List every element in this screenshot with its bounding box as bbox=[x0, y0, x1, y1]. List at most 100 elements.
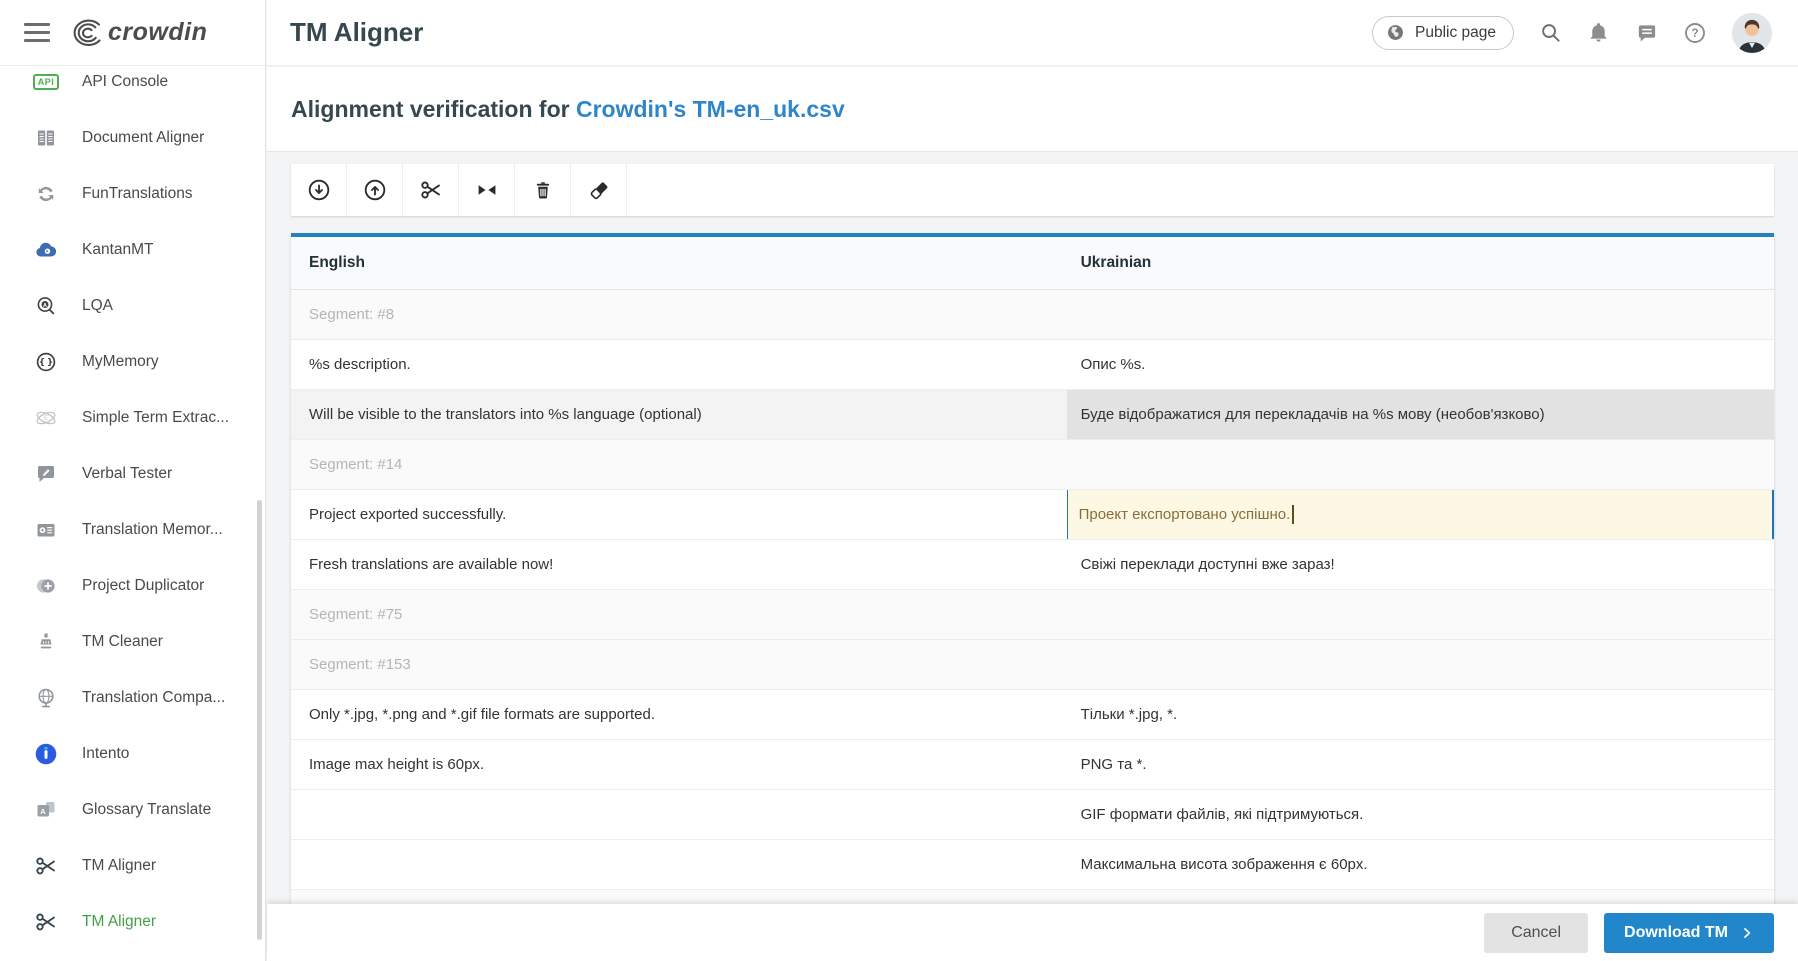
help-icon[interactable]: ? bbox=[1683, 21, 1707, 45]
cell-ukrainian[interactable]: GIF формати файлів, які підтримуються. bbox=[1067, 790, 1774, 839]
table-row-segment: Segment: #8 bbox=[291, 290, 1774, 340]
cell-ukrainian[interactable]: Тільки *.jpg, *. bbox=[1067, 690, 1774, 739]
svg-text:A: A bbox=[43, 303, 47, 309]
alignment-toolbar bbox=[291, 164, 1774, 216]
sidebar-item-label: TM Aligner bbox=[82, 913, 156, 931]
cell-english[interactable]: Image max height is 60px. bbox=[291, 740, 1067, 789]
sidebar-item-tm-cleaner[interactable]: TM Cleaner bbox=[0, 614, 265, 670]
sidebar-scrollbar[interactable] bbox=[257, 500, 262, 940]
app-title: TM Aligner bbox=[290, 17, 423, 48]
hamburger-menu-icon[interactable] bbox=[24, 23, 50, 42]
table-row: Will be visible to the translators into … bbox=[291, 390, 1774, 440]
crowdin-logo[interactable]: crowdin bbox=[68, 18, 207, 48]
cell-english[interactable]: Segment: #75 bbox=[291, 590, 1067, 639]
page-title-prefix: Alignment verification for bbox=[291, 96, 576, 122]
delete-button[interactable] bbox=[515, 164, 571, 216]
sidebar-item-label: Glossary Translate bbox=[82, 801, 211, 819]
table-row-segment: Segment: #14 bbox=[291, 440, 1774, 490]
sidebar-item-tm-aligner[interactable]: TM Aligner bbox=[0, 838, 265, 894]
download-tm-button[interactable]: Download TM bbox=[1604, 913, 1774, 953]
sidebar-item-translation-memory[interactable]: Translation Memor... bbox=[0, 502, 265, 558]
public-page-button[interactable]: Public page bbox=[1372, 16, 1514, 50]
public-page-label: Public page bbox=[1415, 24, 1496, 42]
sidebar-item-verbal-tester[interactable]: Verbal Tester bbox=[0, 446, 265, 502]
merge-button[interactable] bbox=[459, 164, 515, 216]
cell-ukrainian[interactable] bbox=[1067, 590, 1774, 639]
sidebar-item-lqa[interactable]: ALQA bbox=[0, 278, 265, 334]
tm-file-link[interactable]: Crowdin's TM-en_uk.csv bbox=[576, 96, 845, 122]
table-row: Image max height is 60px.PNG та *. bbox=[291, 740, 1774, 790]
cell-ukrainian[interactable]: Проект експортовано успішно. bbox=[1067, 490, 1774, 539]
chevron-right-icon bbox=[1740, 926, 1754, 940]
sidebar-item-tm-aligner-active[interactable]: TM Aligner bbox=[0, 894, 265, 950]
sidebar-item-label: TM Cleaner bbox=[82, 633, 163, 651]
sync-arrows-icon bbox=[32, 182, 60, 206]
cell-english[interactable]: Project exported successfully. bbox=[291, 490, 1067, 539]
svg-text:{ }: { } bbox=[39, 358, 54, 368]
page-title: Alignment verification for Crowdin's TM-… bbox=[291, 96, 845, 123]
table-row: %s description.Опис %s. bbox=[291, 340, 1774, 390]
cloud-icon bbox=[32, 238, 60, 262]
crowdin-wordmark: crowdin bbox=[108, 18, 207, 47]
cell-english[interactable]: Segment: #153 bbox=[291, 640, 1067, 689]
cell-english[interactable]: %s description. bbox=[291, 340, 1067, 389]
braces-circle-icon: { } bbox=[32, 350, 60, 374]
table-row: Project exported successfully. Проект екс… bbox=[291, 490, 1774, 540]
sidebar-item-label: Simple Term Extrac... bbox=[82, 409, 229, 427]
alignment-table: English Ukrainian Segment: #8%s descript… bbox=[291, 233, 1774, 961]
user-avatar[interactable] bbox=[1732, 13, 1772, 53]
cell-ukrainian[interactable]: Свіжі переклади доступні вже зараз! bbox=[1067, 540, 1774, 589]
erase-button[interactable] bbox=[571, 164, 627, 216]
cancel-button[interactable]: Cancel bbox=[1484, 913, 1588, 953]
move-up-button[interactable] bbox=[347, 164, 403, 216]
cell-english[interactable]: Will be visible to the translators into … bbox=[291, 390, 1067, 439]
search-icon[interactable] bbox=[1539, 21, 1562, 44]
table-row: Fresh translations are available now!Сві… bbox=[291, 540, 1774, 590]
cell-ukrainian[interactable] bbox=[1067, 440, 1774, 489]
sidebar-nav: APIAPI ConsoleDocument AlignerFunTransla… bbox=[0, 66, 265, 950]
notifications-bell-icon[interactable] bbox=[1587, 21, 1610, 44]
cell-english[interactable] bbox=[291, 840, 1067, 889]
cell-ukrainian[interactable]: Опис %s. bbox=[1067, 340, 1774, 389]
cell-english[interactable]: Fresh translations are available now! bbox=[291, 540, 1067, 589]
page-title-strip: Alignment verification for Crowdin's TM-… bbox=[267, 67, 1798, 152]
cell-ukrainian[interactable]: Буде відображатися для перекладачів на %… bbox=[1067, 390, 1774, 439]
edit-text: Проект експортовано успішно. bbox=[1079, 506, 1291, 523]
cell-english[interactable]: Segment: #14 bbox=[291, 440, 1067, 489]
sidebar-item-funtranslations[interactable]: FunTranslations bbox=[0, 166, 265, 222]
sidebar-item-intento[interactable]: Intento bbox=[0, 726, 265, 782]
text-caret bbox=[1292, 505, 1294, 524]
translation-edit-box[interactable]: Проект експортовано успішно. bbox=[1067, 490, 1774, 539]
sidebar-item-document-aligner[interactable]: Document Aligner bbox=[0, 110, 265, 166]
sidebar-item-simple-term-extractor[interactable]: ESimple Term Extrac... bbox=[0, 390, 265, 446]
sidebar-item-mymemory[interactable]: { } MyMemory bbox=[0, 334, 265, 390]
download-tm-label: Download TM bbox=[1624, 924, 1728, 942]
cell-english[interactable] bbox=[291, 790, 1067, 839]
table-row: Максимальна висота зображення є 60px. bbox=[291, 840, 1774, 890]
sidebar-item-translation-comparator[interactable]: Translation Compa... bbox=[0, 670, 265, 726]
trash-icon bbox=[532, 179, 554, 201]
cell-english[interactable]: Segment: #8 bbox=[291, 290, 1067, 339]
circle-arrow-up-icon bbox=[362, 177, 388, 203]
cell-ukrainian[interactable]: Максимальна висота зображення є 60px. bbox=[1067, 840, 1774, 889]
circle-arrow-down-icon bbox=[306, 177, 332, 203]
move-down-button[interactable] bbox=[291, 164, 347, 216]
cell-english[interactable]: Only *.jpg, *.png and *.gif file formats… bbox=[291, 690, 1067, 739]
cell-ukrainian[interactable]: PNG та *. bbox=[1067, 740, 1774, 789]
sidebar-item-label: MyMemory bbox=[82, 353, 159, 371]
duplicate-plus-icon bbox=[32, 574, 60, 598]
sidebar-item-glossary-translate[interactable]: AGlossary Translate bbox=[0, 782, 265, 838]
main-area: TM Aligner Public page bbox=[267, 0, 1798, 961]
content-area: English Ukrainian Segment: #8%s descript… bbox=[267, 152, 1798, 961]
cell-ukrainian[interactable] bbox=[1067, 290, 1774, 339]
sidebar-item-project-duplicator[interactable]: Project Duplicator bbox=[0, 558, 265, 614]
topbar-actions: Public page bbox=[1372, 13, 1772, 53]
sidebar-item-label: KantanMT bbox=[82, 241, 154, 259]
magnifier-a-icon: A bbox=[32, 294, 60, 318]
scissors-icon bbox=[32, 854, 60, 878]
split-button[interactable] bbox=[403, 164, 459, 216]
sidebar-item-label: Translation Memor... bbox=[82, 521, 223, 539]
messages-icon[interactable] bbox=[1635, 21, 1658, 44]
sidebar-item-kantanmt[interactable]: KantanMT bbox=[0, 222, 265, 278]
cell-ukrainian[interactable] bbox=[1067, 640, 1774, 689]
